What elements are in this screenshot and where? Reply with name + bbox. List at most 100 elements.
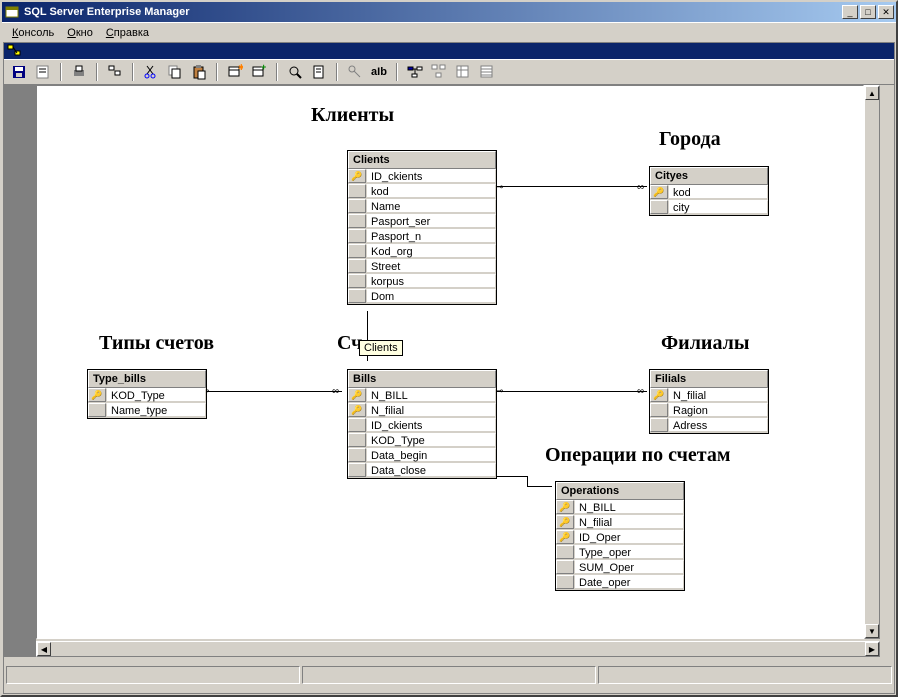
row-handle[interactable] [348, 463, 366, 477]
table-bills[interactable]: Bills N_BILLN_filialID_ckientsKOD_TypeDa… [347, 369, 497, 479]
key-icon[interactable] [556, 530, 574, 544]
horizontal-scrollbar[interactable]: ◀ ▶ [36, 641, 880, 657]
row-handle[interactable] [348, 274, 366, 288]
print-button[interactable] [68, 61, 90, 83]
cut-button[interactable] [140, 61, 162, 83]
scroll-left-button[interactable]: ◀ [37, 642, 51, 656]
table-column[interactable]: Date_oper [556, 575, 684, 590]
menu-window[interactable]: Окно [61, 25, 99, 41]
new-button[interactable] [104, 61, 126, 83]
key-icon[interactable] [556, 515, 574, 529]
properties-button[interactable] [32, 61, 54, 83]
view1-button[interactable] [428, 61, 450, 83]
scroll-up-button[interactable]: ▲ [865, 86, 879, 100]
key-icon[interactable] [556, 500, 574, 514]
rel-bills-operations-v[interactable] [527, 476, 528, 486]
table-operations-header[interactable]: Operations [556, 482, 684, 500]
new-table-button[interactable]: ✱ [224, 61, 246, 83]
table-column[interactable]: KOD_Type [348, 433, 496, 448]
rel-typebills-bills[interactable] [207, 391, 342, 392]
row-handle[interactable] [88, 403, 106, 417]
row-handle[interactable] [556, 545, 574, 559]
minimize-button[interactable]: _ [842, 5, 858, 19]
view2-button[interactable] [452, 61, 474, 83]
key-icon[interactable] [650, 185, 668, 199]
maximize-button[interactable]: □ [860, 5, 876, 19]
rel-bills-operations-h2[interactable] [527, 486, 552, 487]
table-column[interactable]: Kod_org [348, 244, 496, 259]
table-clients[interactable]: Clients ID_ckientskodNamePasport_serPasp… [347, 150, 497, 305]
paste-button[interactable] [188, 61, 210, 83]
table-column[interactable]: Dom [348, 289, 496, 304]
row-handle[interactable] [348, 259, 366, 273]
rel-bills-operations-h[interactable] [497, 476, 527, 477]
key-icon[interactable] [348, 403, 366, 417]
table-cityes[interactable]: Cityes kodcity [649, 166, 769, 216]
row-handle[interactable] [348, 448, 366, 462]
table-typebills[interactable]: Type_bills KOD_TypeName_type [87, 369, 207, 419]
table-column[interactable]: Type_oper [556, 545, 684, 560]
zoom-button[interactable] [284, 61, 306, 83]
row-handle[interactable] [348, 289, 366, 303]
add-table-button[interactable]: + [248, 61, 270, 83]
show-relationships-button[interactable] [404, 61, 426, 83]
table-column[interactable]: city [650, 200, 768, 215]
table-filials-header[interactable]: Filials [650, 370, 768, 388]
table-column[interactable]: kod [348, 184, 496, 199]
table-column[interactable]: N_filial [348, 403, 496, 418]
menu-console[interactable]: Кdocument.currentScript.previousElementS… [6, 25, 60, 41]
row-handle[interactable] [348, 433, 366, 447]
table-column[interactable]: ID_ckients [348, 418, 496, 433]
row-handle[interactable] [650, 200, 668, 214]
key-icon[interactable] [348, 388, 366, 402]
key-icon[interactable] [348, 169, 366, 183]
table-column[interactable]: Data_begin [348, 448, 496, 463]
table-column[interactable]: Name_type [88, 403, 206, 418]
row-handle[interactable] [348, 229, 366, 243]
row-handle[interactable] [348, 199, 366, 213]
table-cityes-header[interactable]: Cityes [650, 167, 768, 185]
table-column[interactable]: Pasport_ser [348, 214, 496, 229]
table-bills-header[interactable]: Bills [348, 370, 496, 388]
row-handle[interactable] [650, 418, 668, 432]
diagram-canvas[interactable]: Клиенты Города Типы счетов Сч Филиалы Оп… [36, 85, 864, 639]
row-handle[interactable] [348, 214, 366, 228]
table-column[interactable]: N_BILL [348, 388, 496, 403]
row-handle[interactable] [650, 403, 668, 417]
table-column[interactable]: Ragion [650, 403, 768, 418]
table-column[interactable]: Name [348, 199, 496, 214]
scroll-down-button[interactable]: ▼ [865, 624, 879, 638]
annotation-button[interactable] [308, 61, 330, 83]
scroll-right-button[interactable]: ▶ [865, 642, 879, 656]
menu-help[interactable]: Справка [100, 25, 155, 41]
key-icon[interactable] [650, 388, 668, 402]
rel-bills-filials[interactable] [497, 391, 647, 392]
table-typebills-header[interactable]: Type_bills [88, 370, 206, 388]
row-handle[interactable] [348, 244, 366, 258]
copy-button[interactable] [164, 61, 186, 83]
table-column[interactable]: Street [348, 259, 496, 274]
rel-clients-cityes[interactable] [497, 186, 647, 187]
table-column[interactable]: Data_close [348, 463, 496, 478]
table-column[interactable]: ID_ckients [348, 169, 496, 184]
table-column[interactable]: ID_Oper [556, 530, 684, 545]
save-button[interactable] [8, 61, 30, 83]
row-handle[interactable] [556, 575, 574, 589]
table-column[interactable]: SUM_Oper [556, 560, 684, 575]
table-clients-header[interactable]: Clients [348, 151, 496, 169]
text-button[interactable]: aIb [368, 61, 390, 83]
table-filials[interactable]: Filials N_filialRagionAdress [649, 369, 769, 434]
close-button[interactable]: ✕ [878, 5, 894, 19]
vertical-scrollbar[interactable]: ▲ ▼ [864, 85, 880, 639]
table-column[interactable]: Adress [650, 418, 768, 433]
table-column[interactable]: N_BILL [556, 500, 684, 515]
key-icon[interactable] [88, 388, 106, 402]
row-handle[interactable] [556, 560, 574, 574]
row-handle[interactable] [348, 418, 366, 432]
table-column[interactable]: N_filial [556, 515, 684, 530]
view3-button[interactable] [476, 61, 498, 83]
table-column[interactable]: N_filial [650, 388, 768, 403]
table-column[interactable]: Pasport_n [348, 229, 496, 244]
table-column[interactable]: korpus [348, 274, 496, 289]
row-handle[interactable] [348, 184, 366, 198]
